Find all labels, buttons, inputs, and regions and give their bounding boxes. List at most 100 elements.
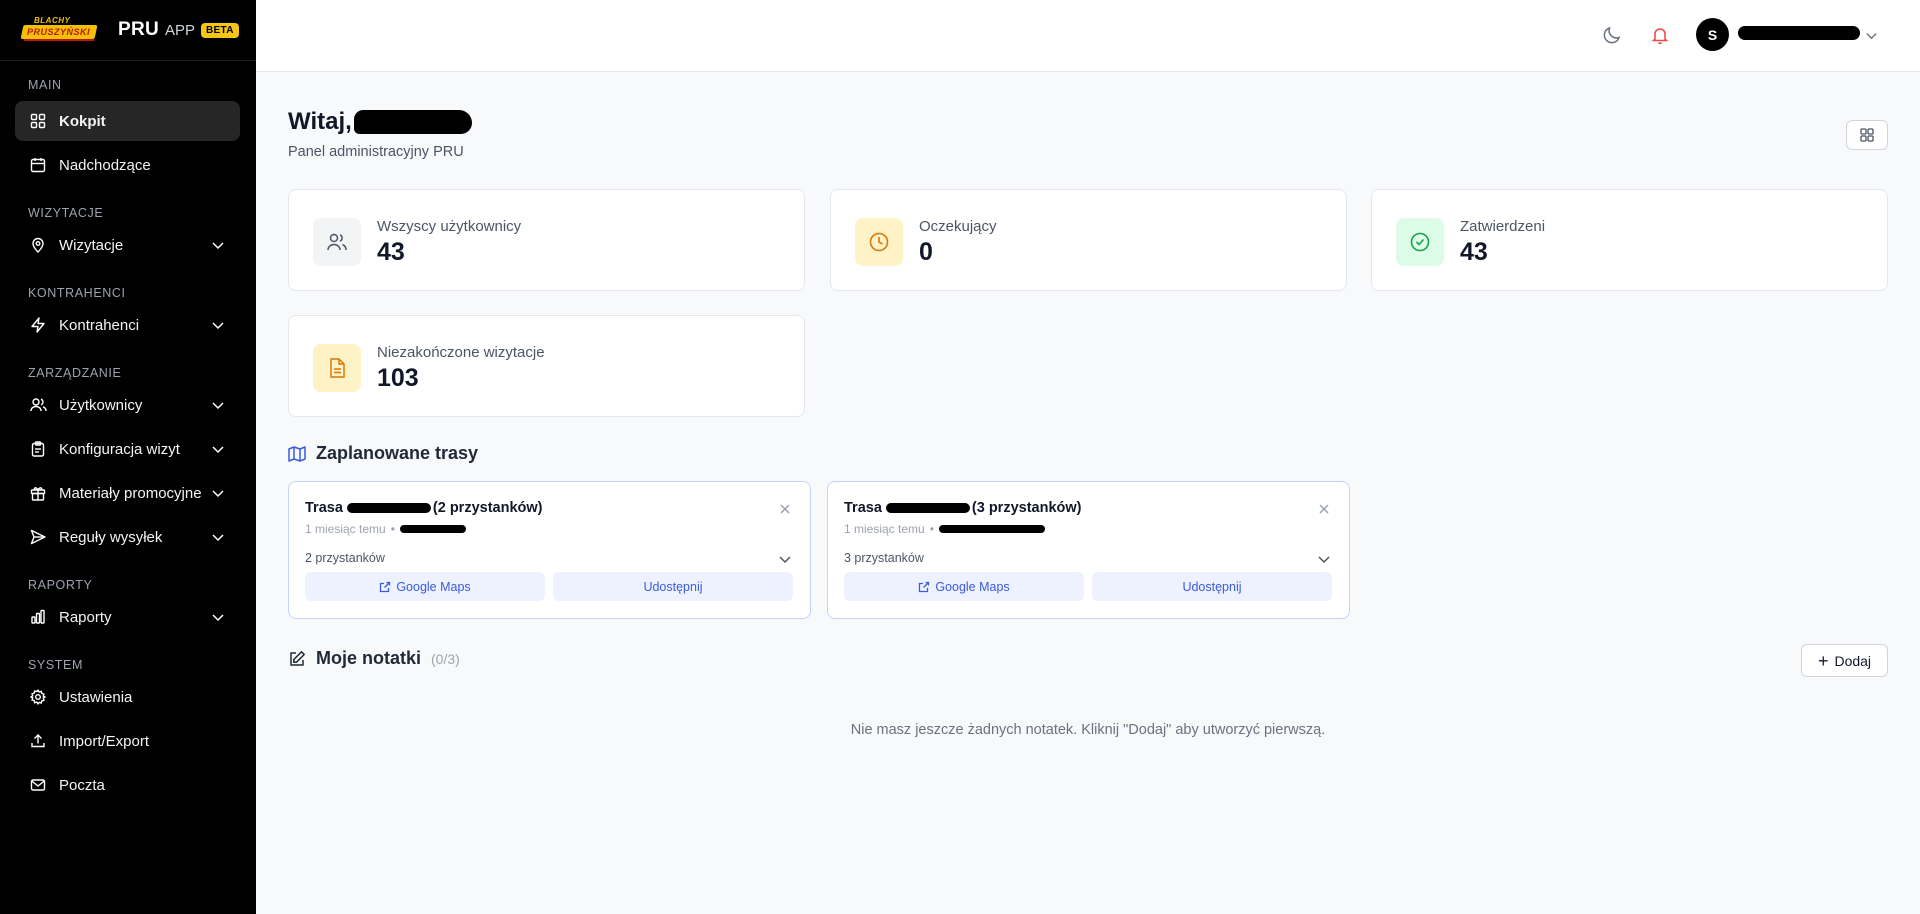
add-label: Dodaj [1834, 652, 1872, 669]
chevron-down-icon[interactable] [1317, 552, 1331, 566]
section-title-text: Moje notatki [316, 648, 422, 668]
route-title: Trasa (3 przystanków) [844, 500, 1082, 516]
sidebar-item-label: Kokpit [59, 112, 106, 130]
share-label: Udostępnij [643, 579, 703, 594]
stat-card-approved[interactable]: Zatwierdzeni 43 [1371, 189, 1888, 291]
sidebar-item-raporty[interactable]: Raporty [15, 597, 240, 637]
check-circle-icon [1396, 218, 1444, 266]
brand-name: PRU [118, 19, 160, 40]
section-label-wizytacje: WIZYTACJE [28, 206, 104, 220]
external-link-icon [380, 581, 391, 592]
route-prefix: Trasa [305, 500, 343, 516]
sidebar-item-ustawienia[interactable]: Ustawienia [15, 677, 240, 717]
sidebar-item-konfiguracja[interactable]: Konfiguracja wizyt [15, 429, 240, 469]
document-icon [313, 344, 361, 392]
users-icon [29, 396, 47, 414]
route-title: Trasa (2 przystanków) [305, 500, 543, 516]
sidebar-item-label: Ustawienia [59, 688, 133, 706]
gear-icon [29, 688, 47, 706]
user-name-redacted[interactable] [1738, 26, 1860, 40]
google-maps-button[interactable]: Google Maps [305, 572, 545, 601]
users-icon [313, 218, 361, 266]
chevron-down-icon[interactable] [210, 317, 226, 333]
sidebar-item-uzytkownicy[interactable]: Użytkownicy [15, 385, 240, 425]
bell-icon[interactable] [1649, 24, 1671, 46]
section-label-main: MAIN [28, 78, 62, 92]
sidebar-item-poczta[interactable]: Poczta [15, 765, 240, 805]
sidebar-item-label: Raporty [59, 608, 112, 626]
sidebar-item-label: Nadchodzące [59, 156, 151, 174]
route-meta: 1 miesiąc temu • [844, 522, 1045, 536]
google-maps-label: Google Maps [396, 579, 471, 594]
section-title-notes: Moje notatki (0/3) [288, 648, 460, 669]
section-label-system: SYSTEM [28, 658, 83, 672]
calendar-icon [29, 156, 47, 174]
route-card[interactable]: Trasa (3 przystanków) 1 miesiąc temu • 3… [827, 481, 1350, 619]
empty-notes-message: Nie masz jeszcze żadnych notatek. Klikni… [850, 722, 1326, 738]
redacted-name [353, 110, 472, 134]
chevron-down-icon[interactable] [210, 237, 226, 253]
route-stops-toggle[interactable]: 3 przystanków [844, 551, 924, 565]
moon-icon[interactable] [1601, 24, 1623, 46]
bar-chart-icon [29, 608, 47, 626]
layout-toggle-button[interactable] [1846, 120, 1888, 150]
sidebar-item-label: Reguły wysyłek [59, 528, 163, 546]
google-maps-label: Google Maps [935, 579, 1010, 594]
chevron-down-icon[interactable] [210, 609, 226, 625]
notes-count: (0/3) [431, 650, 460, 667]
chevron-down-icon[interactable] [210, 485, 226, 501]
greeting: Witaj, [288, 108, 352, 135]
route-card[interactable]: Trasa (2 przystanków) 1 miesiąc temu • 2… [288, 481, 811, 619]
add-note-button[interactable]: + Dodaj [1801, 644, 1888, 677]
route-prefix: Trasa [844, 500, 882, 516]
section-label-zarzadzanie: ZARZĄDZANIE [28, 366, 122, 380]
chevron-down-icon[interactable] [1865, 29, 1878, 42]
redacted-route-author [399, 525, 466, 533]
stat-value: 103 [377, 364, 419, 392]
sidebar-item-wizytacje[interactable]: Wizytacje [15, 225, 240, 265]
clock-icon [855, 218, 903, 266]
logo-top-text: BLACHY [34, 16, 71, 25]
sidebar-item-label: Wizytacje [59, 236, 124, 254]
chevron-down-icon[interactable] [778, 552, 792, 566]
route-meta: 1 miesiąc temu • [305, 522, 466, 536]
grid-icon [1860, 128, 1874, 142]
stat-card-users[interactable]: Wszyscy użytkownicy 43 [288, 189, 805, 291]
stat-card-pending[interactable]: Oczekujący 0 [830, 189, 1347, 291]
sidebar-item-kokpit[interactable]: Kokpit [15, 101, 240, 141]
edit-icon [288, 650, 306, 668]
redacted-route-name [346, 503, 431, 513]
route-stops-count: (2 przystanków) [432, 500, 543, 516]
beta-badge: BETA [201, 22, 239, 38]
brand-header: BLACHY PRUSZYŃSKI PRU APP BETA [0, 0, 256, 61]
company-logo[interactable]: BLACHY PRUSZYŃSKI [20, 16, 100, 44]
sidebar-item-materialy[interactable]: Materiały promocyjne [15, 473, 240, 513]
redacted-route-author [938, 525, 1045, 533]
close-icon[interactable] [778, 502, 792, 516]
avatar[interactable]: S [1696, 18, 1729, 51]
stat-card-unfinished[interactable]: Niezakończone wizytacje 103 [288, 315, 805, 417]
chevron-down-icon[interactable] [210, 441, 226, 457]
route-stops-toggle[interactable]: 2 przystanków [305, 551, 385, 565]
map-icon [288, 445, 306, 463]
share-button[interactable]: Udostępnij [1092, 572, 1332, 601]
map-pin-icon [29, 236, 47, 254]
page-title: Witaj, [288, 108, 472, 136]
plus-icon: + [1817, 650, 1829, 671]
share-button[interactable]: Udostępnij [553, 572, 793, 601]
chevron-down-icon[interactable] [210, 529, 226, 545]
sidebar-item-reguly[interactable]: Reguły wysyłek [15, 517, 240, 557]
route-time: 1 miesiąc temu [305, 522, 386, 536]
chevron-down-icon[interactable] [210, 397, 226, 413]
sidebar-item-label: Użytkownicy [59, 396, 143, 414]
sidebar-item-nadchodzace[interactable]: Nadchodzące [15, 145, 240, 185]
stat-value: 43 [1460, 238, 1488, 266]
sidebar-item-label: Poczta [59, 776, 105, 794]
close-icon[interactable] [1317, 502, 1331, 516]
sidebar-item-kontrahenci[interactable]: Kontrahenci [15, 305, 240, 345]
top-bar [256, 0, 1920, 72]
google-maps-button[interactable]: Google Maps [844, 572, 1084, 601]
page-subtitle: Panel administracyjny PRU [288, 144, 464, 160]
sidebar-item-import-export[interactable]: Import/Export [15, 721, 240, 761]
section-title-routes: Zaplanowane trasy [288, 443, 478, 464]
